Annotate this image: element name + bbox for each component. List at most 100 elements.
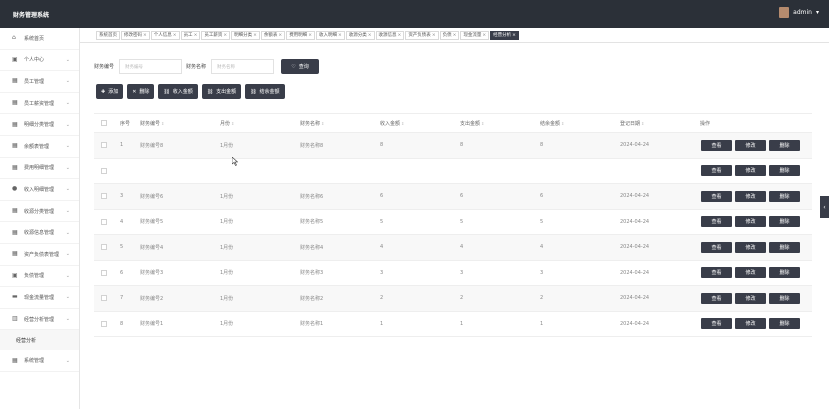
view-button[interactable]: 查看 [701, 216, 732, 228]
column-header[interactable]: 财务名称⇕ [300, 120, 324, 127]
close-icon[interactable]: × [278, 33, 282, 38]
action-button[interactable]: ⛓ 结余金额 [245, 84, 285, 99]
finance-id-input[interactable]: 财务编号 [119, 59, 183, 74]
sort-icon[interactable]: ⇕ [231, 121, 234, 126]
username[interactable]: admin [793, 9, 812, 16]
tab-item[interactable]: 修改密码 × [121, 30, 150, 40]
sidebar-item[interactable]: ▦ 收源分类管理 ⌄ [0, 201, 79, 223]
tab-item[interactable]: 收源信息 × [375, 30, 405, 40]
tab-item[interactable]: 负债 × [439, 30, 460, 40]
table-row[interactable]: 1 财务编号8 1月份 财务名称8 8 8 8 2024-04-24 查看 修改 删除 [94, 133, 812, 159]
delete-button[interactable]: 删除 [769, 165, 800, 177]
sort-icon[interactable]: ⇕ [641, 121, 644, 126]
column-header[interactable]: 月份⇕ [220, 120, 234, 127]
action-button[interactable]: ✚ 添加 [96, 84, 124, 99]
view-button[interactable]: 查看 [701, 165, 732, 177]
column-header[interactable]: 支出金额⇕ [460, 120, 484, 127]
close-icon[interactable]: × [143, 33, 147, 38]
row-checkbox[interactable] [101, 142, 107, 149]
table-row[interactable]: 8 财务编号1 1月份 财务名称1 1 1 1 2024-04-24 查看 修改 删除 [94, 312, 812, 337]
sort-icon[interactable]: ⇕ [561, 121, 564, 126]
sidebar-item[interactable]: ▦ 资产负债表管理 ⌄ [0, 244, 79, 266]
delete-button[interactable]: 删除 [769, 292, 800, 304]
view-button[interactable]: 查看 [701, 190, 732, 202]
sidebar-item[interactable]: ▣ 个人中心 ⌄ [0, 50, 79, 72]
tab-item[interactable]: 员工 × [180, 30, 201, 40]
finance-name-input[interactable]: 财务名称 [211, 59, 275, 74]
close-icon[interactable]: × [338, 33, 342, 38]
tab-item[interactable]: 系统首页 [96, 30, 120, 40]
row-checkbox[interactable] [101, 244, 107, 251]
close-icon[interactable]: × [173, 33, 177, 38]
table-row[interactable]: 6 财务编号3 1月份 财务名称3 3 3 3 2024-04-24 查看 修改 删除 [94, 261, 812, 286]
close-icon[interactable]: × [398, 33, 402, 38]
edit-button[interactable]: 修改 [735, 139, 766, 151]
row-checkbox[interactable] [101, 193, 107, 200]
edit-button[interactable]: 修改 [735, 216, 766, 228]
tab-item[interactable]: 收入明细 × [315, 30, 345, 40]
sidebar-item[interactable]: ▬ 现金流量管理 ⌄ [0, 287, 79, 309]
sidebar-subitem[interactable]: 经营分析 [0, 330, 79, 351]
user-menu[interactable]: admin ▾ [779, 7, 819, 18]
column-header[interactable]: 收入金额⇕ [380, 120, 404, 127]
search-button[interactable]: ♡ 查询 [281, 59, 320, 74]
close-icon[interactable]: × [308, 33, 312, 38]
sidebar-item[interactable]: ▦ 费用明细管理 ⌄ [0, 158, 79, 180]
tab-item[interactable]: 收源分类 × [345, 30, 375, 40]
row-checkbox[interactable] [101, 295, 107, 302]
tab-item[interactable]: 现金流量 × [460, 30, 490, 40]
view-button[interactable]: 查看 [701, 267, 732, 279]
view-button[interactable]: 查看 [701, 318, 732, 330]
tab-item[interactable]: 余额表 × [260, 30, 286, 40]
sidebar-item[interactable]: ▦ 收源信息管理 ⌄ [0, 222, 79, 244]
tab-item[interactable]: 明细分类 × [231, 30, 260, 40]
sidebar-item[interactable]: ▦ 员工薪资管理 ⌄ [0, 93, 79, 115]
close-icon[interactable]: × [194, 33, 198, 38]
sidebar-item[interactable]: ▦ 余额表管理 ⌄ [0, 136, 79, 158]
tab-item[interactable]: 经营分析 × [490, 30, 519, 40]
tab-item[interactable]: 员工薪资 × [201, 30, 231, 40]
row-checkbox[interactable] [101, 218, 107, 225]
edit-button[interactable]: 修改 [735, 267, 766, 279]
sidebar-item[interactable]: ▦ 员工管理 ⌄ [0, 71, 79, 93]
avatar[interactable] [779, 7, 790, 18]
view-button[interactable]: 查看 [701, 292, 732, 304]
delete-button[interactable]: 删除 [769, 241, 800, 253]
delete-button[interactable]: 删除 [769, 139, 800, 151]
row-checkbox[interactable] [101, 320, 107, 327]
delete-button[interactable]: 删除 [769, 216, 800, 228]
table-row[interactable]: 5 财务编号4 1月份 财务名称4 4 4 4 2024-04-24 查看 修改 删除 [94, 235, 812, 261]
edit-button[interactable]: 修改 [735, 241, 766, 253]
sidebar-item[interactable]: ● 收入明细管理 ⌄ [0, 179, 79, 201]
column-header[interactable]: 登记日期⇕ [620, 120, 644, 127]
sort-icon[interactable]: ⇕ [481, 121, 484, 126]
table-row[interactable]: 查看 修改 删除 [94, 159, 812, 184]
tab-item[interactable]: 资产负债表 × [405, 30, 439, 40]
action-button[interactable]: ✕ 删除 [127, 84, 155, 99]
close-icon[interactable]: × [253, 33, 257, 38]
action-button[interactable]: ⛓ 收入金额 [158, 84, 198, 99]
sidebar-item[interactable]: ▣ 负债管理 ⌄ [0, 266, 79, 288]
select-all-checkbox[interactable] [101, 120, 107, 126]
close-icon[interactable]: × [432, 33, 436, 38]
tab-item[interactable]: 费用明细 × [286, 30, 315, 40]
sort-icon[interactable]: ⇕ [401, 121, 404, 126]
delete-button[interactable]: 删除 [769, 190, 800, 202]
sidebar-item[interactable]: ⌂ 系统首页 [0, 28, 79, 50]
sidebar-item[interactable]: ▦ 系统管理 ⌄ [0, 350, 79, 372]
sort-icon[interactable]: ⇕ [321, 121, 324, 126]
sidebar-item[interactable]: ▥ 经营分析管理 ⌄ [0, 309, 79, 331]
close-icon[interactable]: × [368, 33, 372, 38]
table-row[interactable]: 3 财务编号6 1月份 财务名称6 6 6 6 2024-04-24 查看 修改 删除 [94, 184, 812, 210]
column-header[interactable]: 财务编号⇕ [140, 120, 164, 127]
delete-button[interactable]: 删除 [769, 318, 800, 330]
delete-button[interactable]: 删除 [769, 267, 800, 279]
action-button[interactable]: ⛓ 支出金额 [201, 84, 242, 99]
view-button[interactable]: 查看 [701, 139, 732, 151]
tab-item[interactable]: 个人信息 × [150, 30, 180, 40]
table-row[interactable]: 7 财务编号2 1月份 财务名称2 2 2 2 2024-04-24 查看 修改 删除 [94, 286, 812, 312]
sidebar-item[interactable]: ▦ 明细分类管理 ⌄ [0, 114, 79, 136]
edit-button[interactable]: 修改 [735, 190, 766, 202]
row-checkbox[interactable] [101, 269, 107, 276]
caret-down-icon[interactable]: ▾ [816, 9, 819, 16]
